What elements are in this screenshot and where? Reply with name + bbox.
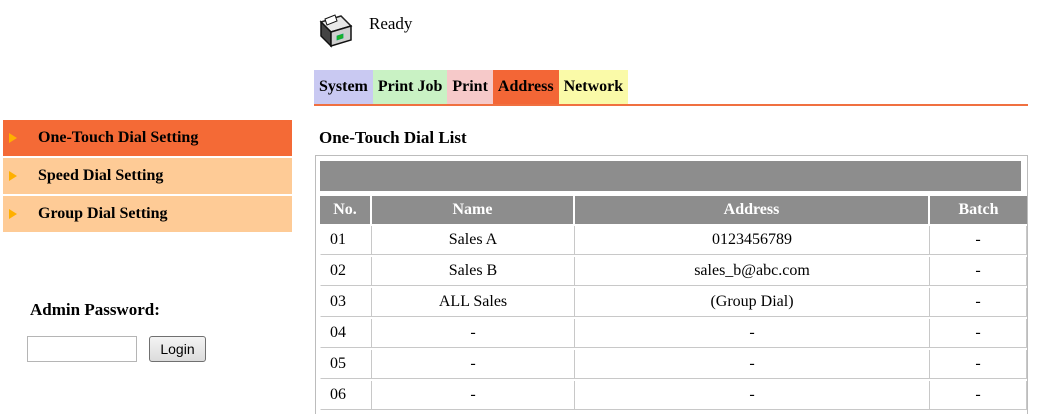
sidebar-item-group-dial[interactable]: Group Dial Setting <box>3 196 292 232</box>
cell-batch: - <box>930 319 1027 348</box>
sidebar-item-one-touch-dial[interactable]: One-Touch Dial Setting <box>3 120 292 156</box>
status-text: Ready <box>369 14 413 33</box>
printer-ready-icon <box>319 14 353 48</box>
sidebar-item-label: Group Dial Setting <box>38 205 168 222</box>
table-row[interactable]: 04 - - - <box>320 319 1027 348</box>
table-row[interactable]: 05 - - - <box>320 350 1027 379</box>
arrow-right-icon <box>9 133 17 143</box>
dial-table: No. Name Address Batch 01 Sales A 012345… <box>320 194 1027 412</box>
cell-batch: - <box>930 288 1027 317</box>
cell-address: - <box>575 319 930 348</box>
cell-address: - <box>575 381 930 410</box>
cell-no: 06 <box>320 381 372 410</box>
main-tabs: System Print Job Print Address Network <box>314 70 629 104</box>
cell-name: - <box>372 319 575 348</box>
sidebar-item-speed-dial[interactable]: Speed Dial Setting <box>3 158 292 194</box>
cell-name: Sales A <box>372 226 575 255</box>
table-row[interactable]: 03 ALL Sales (Group Dial) - <box>320 288 1027 317</box>
cell-no: 04 <box>320 319 372 348</box>
column-header-batch: Batch <box>930 196 1027 224</box>
table-header-bar <box>320 161 1021 191</box>
cell-address: sales_b@abc.com <box>575 257 930 286</box>
cell-name: - <box>372 381 575 410</box>
tab-print-job[interactable]: Print Job <box>372 70 448 104</box>
cell-no: 01 <box>320 226 372 255</box>
sidebar-item-label: One-Touch Dial Setting <box>38 129 199 146</box>
tab-print[interactable]: Print <box>447 70 493 104</box>
cell-batch: - <box>930 381 1027 410</box>
list-title: One-Touch Dial List <box>319 128 467 147</box>
sidebar: One-Touch Dial Setting Speed Dial Settin… <box>3 120 292 234</box>
cell-no: 05 <box>320 350 372 379</box>
admin-password-label: Admin Password: <box>30 300 160 319</box>
cell-batch: - <box>930 257 1027 286</box>
table-header-row: No. Name Address Batch <box>320 196 1027 224</box>
column-header-name: Name <box>372 196 575 224</box>
cell-name: Sales B <box>372 257 575 286</box>
cell-name: - <box>372 350 575 379</box>
arrow-right-icon <box>9 209 17 219</box>
table-row[interactable]: 06 - - - <box>320 381 1027 410</box>
table-row[interactable]: 01 Sales A 0123456789 - <box>320 226 1027 255</box>
cell-address: - <box>575 350 930 379</box>
arrow-right-icon <box>9 171 17 181</box>
tab-address[interactable]: Address <box>492 70 559 104</box>
tab-system[interactable]: System <box>314 70 373 104</box>
cell-name: ALL Sales <box>372 288 575 317</box>
dial-list-panel: No. Name Address Batch 01 Sales A 012345… <box>315 155 1028 414</box>
admin-password-input[interactable] <box>27 336 137 362</box>
table-row[interactable]: 02 Sales B sales_b@abc.com - <box>320 257 1027 286</box>
cell-no: 02 <box>320 257 372 286</box>
tab-divider <box>314 104 1028 106</box>
cell-batch: - <box>930 350 1027 379</box>
cell-no: 03 <box>320 288 372 317</box>
column-header-address: Address <box>575 196 930 224</box>
tab-network[interactable]: Network <box>558 70 629 104</box>
login-button[interactable]: Login <box>149 336 206 362</box>
cell-address: (Group Dial) <box>575 288 930 317</box>
sidebar-item-label: Speed Dial Setting <box>38 167 164 184</box>
cell-batch: - <box>930 226 1027 255</box>
column-header-no: No. <box>320 196 372 224</box>
cell-address: 0123456789 <box>575 226 930 255</box>
